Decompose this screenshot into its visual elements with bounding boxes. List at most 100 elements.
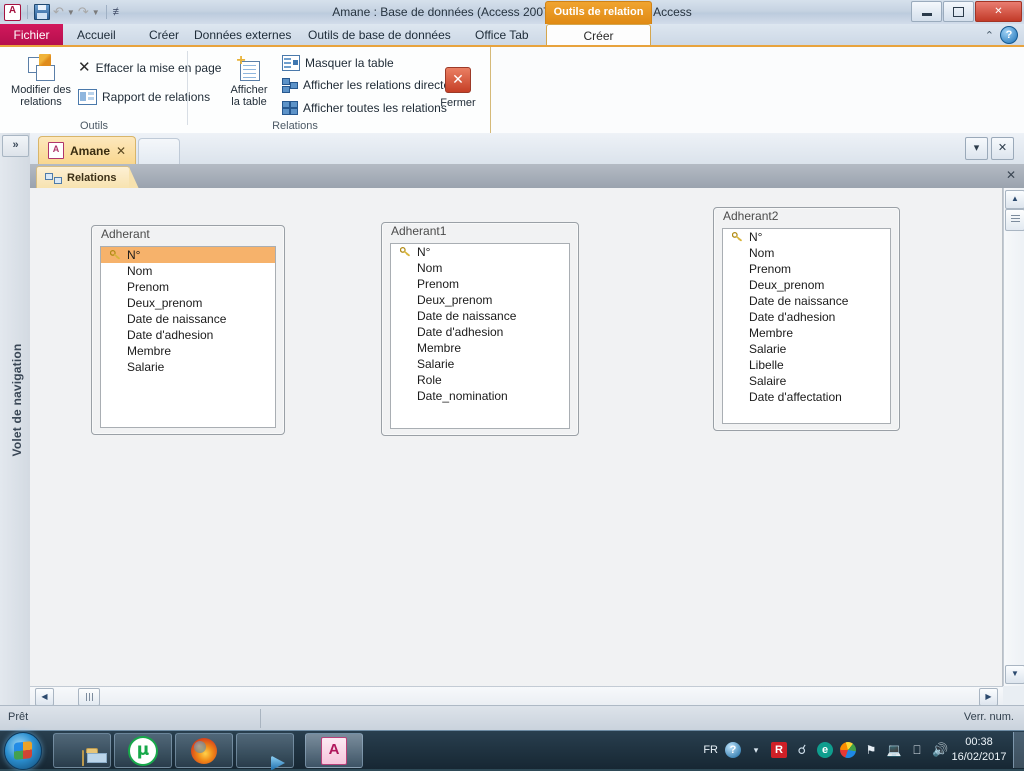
- horizontal-scrollbar[interactable]: ◀ ▶: [30, 686, 1003, 706]
- show-table-button[interactable]: + Afficher la table: [220, 53, 278, 109]
- taskbar-item-utorrent[interactable]: μ: [114, 733, 172, 768]
- idm-tray-icon[interactable]: [840, 742, 856, 758]
- field-list[interactable]: N° Nom Prenom Deux_prenom Date de naissance D…: [722, 228, 891, 424]
- tab-accueil[interactable]: Accueil: [65, 24, 128, 47]
- field-row[interactable]: Deux_prenom: [391, 292, 569, 308]
- help-icon[interactable]: ?: [725, 742, 741, 758]
- table-box-adherant2[interactable]: Adherant2 N° Nom Prenom Deux_prenom Date de n…: [713, 207, 900, 431]
- tab-outils-base-de-donnees[interactable]: Outils de base de données: [296, 24, 463, 47]
- hide-table-button[interactable]: Masquer la table: [282, 55, 394, 71]
- scroll-left-button[interactable]: ◀: [35, 688, 54, 706]
- field-row[interactable]: Date de naissance: [723, 293, 890, 309]
- taskbar-item-firefox[interactable]: [175, 733, 233, 768]
- field-row[interactable]: Membre: [391, 340, 569, 356]
- field-row[interactable]: Membre: [723, 325, 890, 341]
- undo-icon[interactable]: ↶: [53, 4, 64, 20]
- vertical-scrollbar[interactable]: ▲ ▼: [1003, 188, 1024, 686]
- taskbar-item-idm[interactable]: [236, 733, 294, 768]
- realplayer-icon[interactable]: R: [771, 742, 787, 758]
- restore-button[interactable]: [943, 1, 974, 22]
- field-row[interactable]: N°: [101, 247, 275, 263]
- field-list[interactable]: N° Nom Prenom Deux_prenom Date de naissance D…: [100, 246, 276, 428]
- scroll-up-button[interactable]: ▲: [1005, 190, 1024, 209]
- field-row[interactable]: Salarie: [101, 359, 275, 375]
- field-row[interactable]: Salaire: [723, 373, 890, 389]
- relationships-canvas[interactable]: Adherant N° Nom Prenom Deux_prenom Date de na…: [30, 188, 1003, 686]
- tab-office-tab[interactable]: Office Tab: [463, 24, 541, 47]
- close-button[interactable]: ✕: [975, 1, 1022, 22]
- input-language-indicator[interactable]: FR: [703, 744, 718, 756]
- taskbar-item-windows-explorer[interactable]: [53, 733, 111, 768]
- field-name: Deux_prenom: [749, 278, 825, 292]
- field-row[interactable]: Deux_prenom: [723, 277, 890, 293]
- direct-relationships-label: Afficher les relations directes: [303, 78, 457, 92]
- field-row[interactable]: Deux_prenom: [101, 295, 275, 311]
- chevron-down-icon[interactable]: ▾: [965, 137, 988, 160]
- field-row[interactable]: Date d'affectation: [723, 389, 890, 405]
- eset-icon[interactable]: e: [817, 742, 833, 758]
- redo-dropdown-icon[interactable]: ▼: [92, 8, 100, 17]
- chevron-up-icon[interactable]: ⌃: [985, 29, 994, 42]
- taskbar-item-access[interactable]: A: [305, 733, 363, 768]
- display-icon[interactable]: ⎕: [909, 742, 925, 758]
- field-row[interactable]: Prenom: [101, 279, 275, 295]
- field-row[interactable]: Prenom: [723, 261, 890, 277]
- hidden-icons-icon[interactable]: ▾: [748, 742, 764, 758]
- table-box-title[interactable]: Adherant: [92, 226, 284, 243]
- relations-window-tab[interactable]: Relations: [36, 166, 138, 189]
- minimize-button[interactable]: [911, 1, 942, 22]
- field-row[interactable]: Date d'adhesion: [723, 309, 890, 325]
- close-icon[interactable]: ✕: [991, 137, 1014, 160]
- horizontal-scroll-thumb[interactable]: [78, 688, 100, 706]
- field-row[interactable]: Nom: [391, 260, 569, 276]
- scroll-down-button[interactable]: ▼: [1005, 665, 1024, 684]
- field-row[interactable]: Libelle: [723, 357, 890, 373]
- flag-icon[interactable]: ⚑: [863, 742, 879, 758]
- undo-dropdown-icon[interactable]: ▼: [67, 8, 75, 17]
- field-row[interactable]: Salarie: [723, 341, 890, 357]
- relations-window-close-icon[interactable]: ✕: [1006, 168, 1016, 182]
- field-row[interactable]: Nom: [723, 245, 890, 261]
- edit-relationships-button[interactable]: Modifier des relations: [6, 54, 76, 108]
- start-orb-icon[interactable]: [4, 732, 42, 770]
- document-tab-close-icon[interactable]: ✕: [116, 144, 126, 158]
- field-row[interactable]: Prenom: [391, 276, 569, 292]
- taskbar-clock[interactable]: 00:38 16/02/2017: [948, 735, 1010, 765]
- vertical-scroll-thumb[interactable]: [1005, 209, 1024, 231]
- customize-qat-icon[interactable]: ≢: [113, 6, 124, 18]
- field-row[interactable]: Salarie: [391, 356, 569, 372]
- scroll-right-button[interactable]: ▶: [979, 688, 998, 706]
- volume-icon[interactable]: 🔊: [932, 742, 948, 758]
- field-list[interactable]: N° Nom Prenom Deux_prenom Date de naissance D…: [390, 243, 570, 429]
- document-tab-amane[interactable]: A Amane ✕: [38, 136, 137, 164]
- navigation-pane[interactable]: » Volet de navigation: [0, 133, 31, 705]
- all-relationships-button[interactable]: Afficher toutes les relations: [282, 101, 447, 115]
- table-box-adherant1[interactable]: Adherant1 N° Nom Prenom Deux_prenom Date de n…: [381, 222, 579, 436]
- field-row[interactable]: Date de naissance: [101, 311, 275, 327]
- network-icon[interactable]: 💻: [886, 742, 902, 758]
- field-row[interactable]: Membre: [101, 343, 275, 359]
- field-row[interactable]: Date d'adhesion: [391, 324, 569, 340]
- table-box-adherant[interactable]: Adherant N° Nom Prenom Deux_prenom Date de na…: [91, 225, 285, 435]
- link-icon[interactable]: ☌: [794, 742, 810, 758]
- field-row[interactable]: Date_nomination: [391, 388, 569, 404]
- tab-donnees-externes[interactable]: Données externes: [182, 24, 303, 47]
- field-row[interactable]: Date de naissance: [391, 308, 569, 324]
- close-relationships-button[interactable]: ✕ Fermer: [435, 67, 481, 109]
- double-chevron-right-icon[interactable]: »: [2, 135, 29, 157]
- show-desktop-button[interactable]: [1013, 732, 1024, 768]
- field-row[interactable]: N°: [391, 244, 569, 260]
- tab-fichier[interactable]: Fichier: [0, 24, 63, 47]
- field-row[interactable]: Nom: [101, 263, 275, 279]
- help-icon[interactable]: ?: [1000, 26, 1018, 44]
- redo-icon[interactable]: ↷: [78, 4, 89, 20]
- save-icon[interactable]: [34, 4, 50, 20]
- tab-creer-relations[interactable]: Créer: [546, 24, 651, 48]
- field-row[interactable]: Date d'adhesion: [101, 327, 275, 343]
- table-box-title[interactable]: Adherant2: [714, 208, 899, 225]
- table-box-title[interactable]: Adherant1: [382, 223, 578, 240]
- field-row[interactable]: Role: [391, 372, 569, 388]
- document-tab-new[interactable]: [138, 138, 180, 164]
- field-row[interactable]: N°: [723, 229, 890, 245]
- direct-relationships-button[interactable]: Afficher les relations directes: [282, 78, 457, 93]
